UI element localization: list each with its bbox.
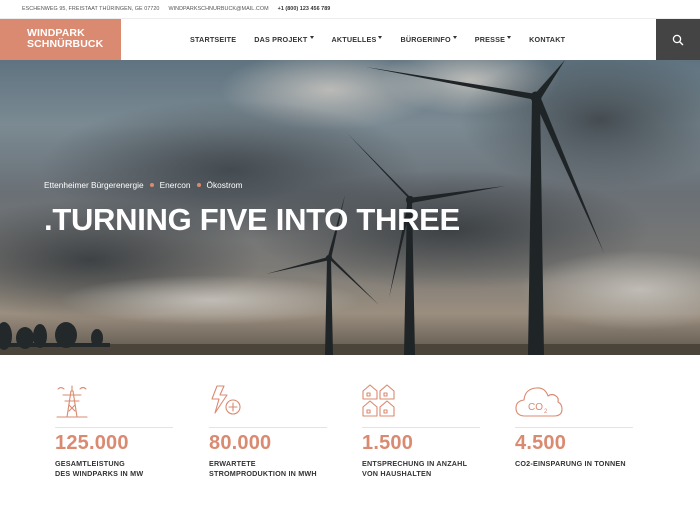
nav-item-label: STARTSEITE bbox=[190, 35, 237, 44]
site-header: WINDPARK SCHNÜRBUCK STARTSEITE DAS PROJE… bbox=[0, 19, 700, 60]
power-plus-icon bbox=[211, 385, 241, 415]
nav-item-label: KONTAKT bbox=[529, 35, 566, 44]
stat-label-line: GESAMTLEISTUNG bbox=[55, 459, 125, 468]
stat-label-line: CO2-EINSPARUNG IN TONNEN bbox=[515, 459, 626, 468]
nav-item-label: BÜRGERINFO bbox=[400, 35, 451, 44]
divider bbox=[362, 427, 480, 428]
hero-tag-link[interactable]: Ökostrom bbox=[207, 180, 243, 190]
nav-item-buergerinfo[interactable]: BÜRGERINFO bbox=[400, 35, 457, 44]
nav-item-label: AKTUELLES bbox=[331, 35, 377, 44]
stat-item: 80.000 ERWARTETE STROMPRODUKTION IN MWH bbox=[209, 383, 329, 479]
stat-label: CO2-EINSPARUNG IN TONNEN bbox=[515, 459, 635, 469]
stat-label-line: STROMPRODUKTION IN MWH bbox=[209, 469, 317, 478]
hero-tag-link[interactable]: Ettenheimer Bürgerenergie bbox=[44, 180, 144, 190]
stat-label: ENTSPRECHUNG IN ANZAHL VON HAUSHALTEN bbox=[362, 459, 482, 479]
svg-text:2: 2 bbox=[544, 409, 548, 415]
houses-icon bbox=[362, 384, 395, 417]
stat-value: 4.500 bbox=[515, 432, 567, 454]
search-icon bbox=[672, 34, 684, 45]
nav-item-label: DAS PROJEKT bbox=[254, 35, 308, 44]
svg-text:CO: CO bbox=[528, 402, 543, 413]
main-nav: STARTSEITE DAS PROJEKT AKTUELLES BÜRGERI… bbox=[190, 19, 583, 60]
search-button[interactable] bbox=[656, 19, 700, 60]
caret-down-icon bbox=[507, 36, 512, 39]
hero-banner: Ettenheimer Bürgerenergie Enercon Ökostr… bbox=[0, 60, 700, 355]
caret-down-icon bbox=[378, 36, 383, 39]
nav-item-presse[interactable]: PRESSE bbox=[474, 35, 512, 44]
stat-label: GESAMTLEISTUNG DES WINDPARKS IN MW bbox=[55, 459, 175, 479]
nav-item-das-projekt[interactable]: DAS PROJEKT bbox=[254, 35, 314, 44]
stat-value: 1.500 bbox=[362, 432, 414, 454]
nav-item-kontakt[interactable]: KONTAKT bbox=[529, 35, 565, 44]
phone-link[interactable]: +1 (800) 123 456 789 bbox=[278, 6, 331, 12]
stat-label-line: VON HAUSHALTEN bbox=[362, 469, 432, 478]
stat-label: ERWARTETE STROMPRODUKTION IN MWH bbox=[209, 459, 329, 479]
nav-item-label: PRESSE bbox=[474, 35, 506, 44]
stat-item: 125.000 GESAMTLEISTUNG DES WINDPARKS IN … bbox=[55, 383, 175, 479]
nav-item-aktuelles[interactable]: AKTUELLES bbox=[332, 35, 383, 44]
stat-item: 1.500 ENTSPRECHUNG IN ANZAHL VON HAUSHAL… bbox=[362, 383, 482, 479]
address-text: ESCHENWEG 95, FREISTAAT THÜRINGEN, GE 07… bbox=[22, 6, 160, 12]
divider bbox=[515, 427, 633, 428]
stat-label-line: DES WINDPARKS IN MW bbox=[55, 469, 144, 478]
stat-label-line: ENTSPRECHUNG IN ANZAHL bbox=[362, 459, 468, 468]
caret-down-icon bbox=[309, 36, 314, 39]
power-tower-icon bbox=[56, 385, 88, 418]
caret-down-icon bbox=[452, 36, 457, 39]
divider bbox=[55, 427, 173, 428]
stat-value: 80.000 bbox=[209, 432, 272, 454]
stat-label-line: ERWARTETE bbox=[209, 459, 256, 468]
stat-value: 125.000 bbox=[55, 432, 129, 454]
hero-tags: Ettenheimer Bürgerenergie Enercon Ökostr… bbox=[44, 180, 243, 190]
divider bbox=[209, 427, 327, 428]
separator-dot-icon bbox=[196, 183, 201, 187]
hero-title: .TURNING FIVE INTO THREE bbox=[44, 202, 460, 237]
stat-item: CO 2 4.500 CO2-EINSPARUNG IN TONNEN bbox=[515, 383, 635, 469]
separator-dot-icon bbox=[149, 183, 154, 187]
email-link[interactable]: WINDPARKSCHNURBUCK@MAIL.COM bbox=[168, 6, 268, 12]
co2-cloud-icon: CO 2 bbox=[515, 387, 563, 417]
nav-item-startseite[interactable]: STARTSEITE bbox=[190, 35, 236, 44]
site-logo[interactable]: WINDPARK SCHNÜRBUCK bbox=[0, 19, 121, 60]
hero-tag-link[interactable]: Enercon bbox=[160, 180, 191, 190]
logo-line-2: SCHNÜRBUCK bbox=[27, 38, 104, 50]
stats-section: 125.000 GESAMTLEISTUNG DES WINDPARKS IN … bbox=[0, 355, 700, 525]
top-info-bar: ESCHENWEG 95, FREISTAAT THÜRINGEN, GE 07… bbox=[0, 0, 700, 19]
